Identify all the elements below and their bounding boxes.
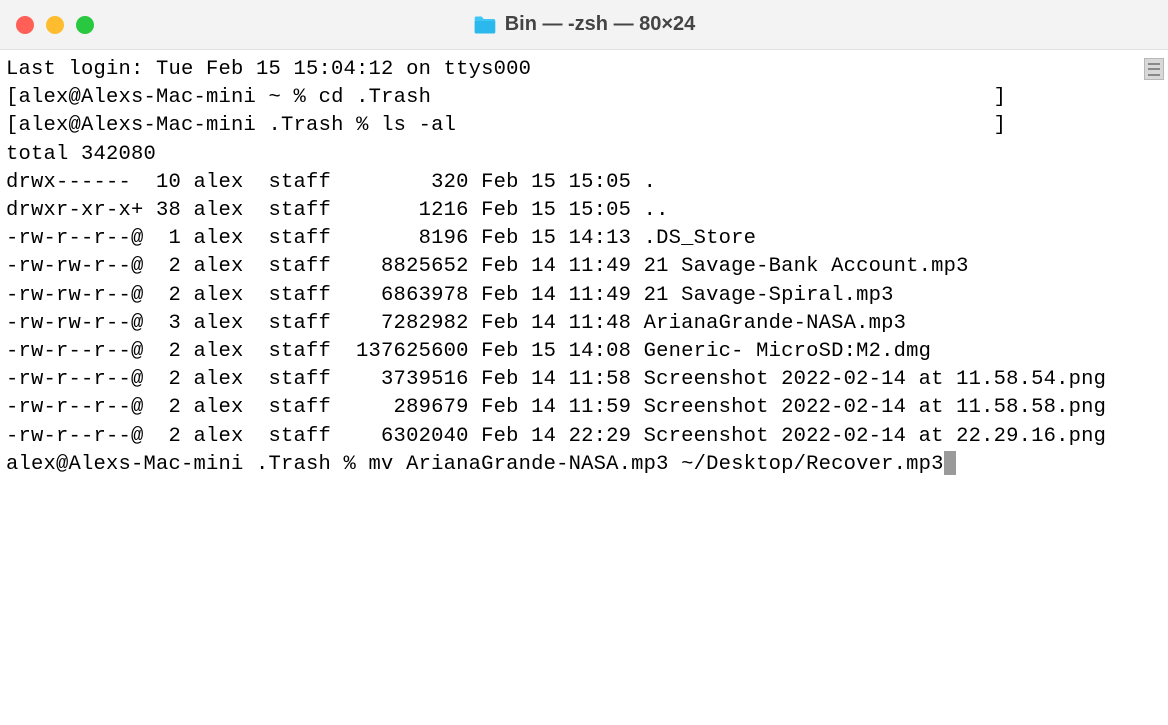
terminal-area[interactable]: Last login: Tue Feb 15 15:04:12 on ttys0… bbox=[0, 50, 1168, 725]
prompt-bracket-right: ] bbox=[994, 114, 1007, 137]
listing-line: -rw-r--r--@ 2 alex staff 289679 Feb 14 1… bbox=[6, 396, 1106, 419]
listing-line: -rw-r--r--@ 2 alex staff 6302040 Feb 14 … bbox=[6, 425, 1106, 448]
minimize-button[interactable] bbox=[46, 16, 64, 34]
folder-icon bbox=[473, 15, 497, 35]
prompt-line: alex@Alexs-Mac-mini ~ % cd .Trash bbox=[19, 86, 994, 109]
window-titlebar: Bin — -zsh — 80×24 bbox=[0, 0, 1168, 50]
listing-line: drwxr-xr-x+ 38 alex staff 1216 Feb 15 15… bbox=[6, 199, 669, 222]
close-button[interactable] bbox=[16, 16, 34, 34]
prompt-line: alex@Alexs-Mac-mini .Trash % ls -al bbox=[19, 114, 994, 137]
listing-line: -rw-r--r--@ 2 alex staff 137625600 Feb 1… bbox=[6, 340, 931, 363]
listing-line: -rw-rw-r--@ 2 alex staff 6863978 Feb 14 … bbox=[6, 284, 894, 307]
listing-line: -rw-rw-r--@ 3 alex staff 7282982 Feb 14 … bbox=[6, 312, 906, 335]
current-prompt[interactable]: alex@Alexs-Mac-mini .Trash % mv ArianaGr… bbox=[6, 453, 944, 476]
prompt-bracket-right: ] bbox=[994, 86, 1007, 109]
total-line: total 342080 bbox=[6, 143, 156, 166]
listing-line: -rw-r--r--@ 2 alex staff 3739516 Feb 14 … bbox=[6, 368, 1106, 391]
terminal-cursor bbox=[944, 451, 956, 475]
window-title: Bin — -zsh — 80×24 bbox=[473, 13, 696, 36]
listing-line: -rw-r--r--@ 1 alex staff 8196 Feb 15 14:… bbox=[6, 227, 756, 250]
scroll-indicator-icon[interactable] bbox=[1144, 58, 1164, 80]
prompt-bracket-left: [ bbox=[6, 86, 19, 109]
terminal-output[interactable]: Last login: Tue Feb 15 15:04:12 on ttys0… bbox=[0, 50, 1168, 485]
traffic-lights bbox=[16, 16, 94, 34]
listing-line: -rw-rw-r--@ 2 alex staff 8825652 Feb 14 … bbox=[6, 255, 969, 278]
maximize-button[interactable] bbox=[76, 16, 94, 34]
listing-line: drwx------ 10 alex staff 320 Feb 15 15:0… bbox=[6, 171, 656, 194]
prompt-bracket-left: [ bbox=[6, 114, 19, 137]
last-login-line: Last login: Tue Feb 15 15:04:12 on ttys0… bbox=[6, 58, 531, 81]
window-title-text: Bin — -zsh — 80×24 bbox=[505, 13, 696, 36]
